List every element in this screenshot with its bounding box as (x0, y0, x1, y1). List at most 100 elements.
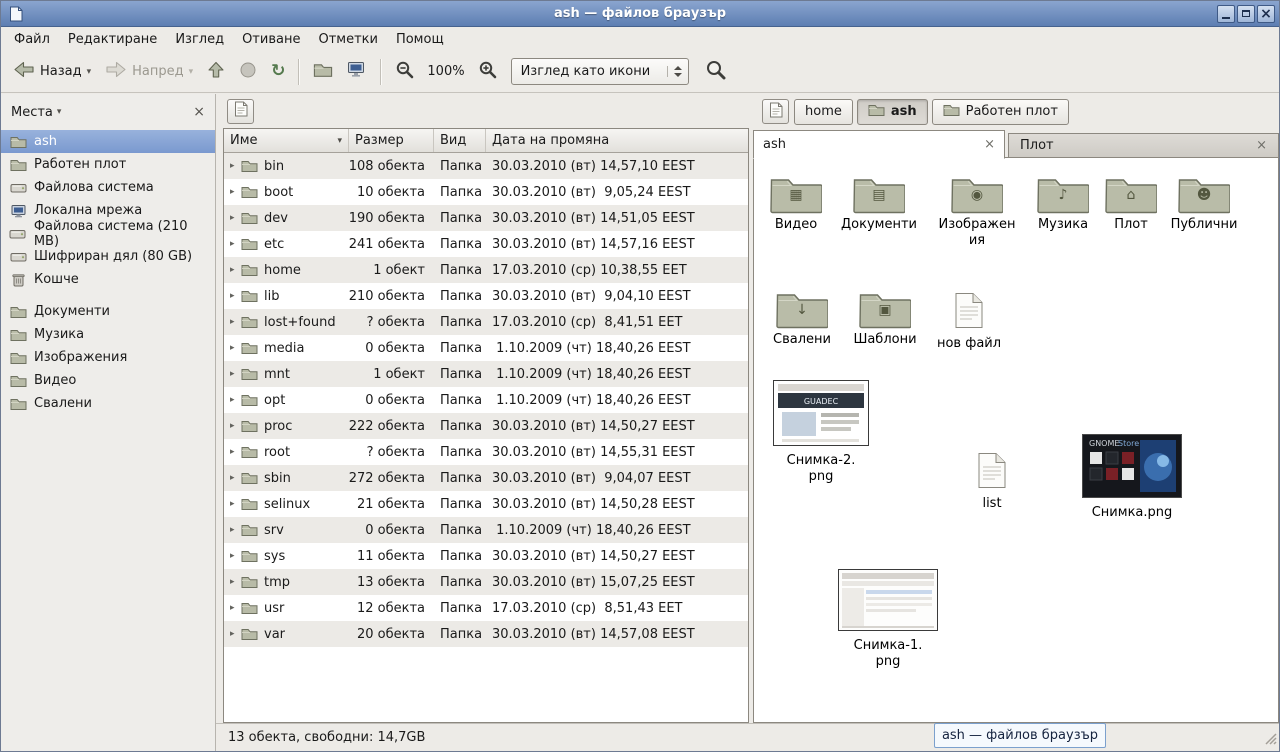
expander-icon[interactable]: ▸ (230, 499, 241, 509)
icon-item-videos[interactable]: ▦Видео (754, 174, 838, 233)
back-dropdown-icon[interactable]: ▾ (87, 67, 92, 77)
menu-item[interactable]: Изглед (166, 29, 233, 50)
table-row[interactable]: ▸etc241 обектаПапка30.03.2010 (вт) 14,57… (224, 231, 748, 257)
table-row[interactable]: ▸var20 обектаПапка30.03.2010 (вт) 14,57,… (224, 621, 748, 647)
reload-button[interactable]: ↻ (265, 59, 291, 84)
tab-close-icon[interactable]: × (984, 137, 995, 152)
path-button-home[interactable]: home (794, 99, 853, 125)
icon-item-new-file[interactable]: нов файл (927, 290, 1011, 352)
zoom-in-button[interactable] (472, 56, 503, 87)
expander-icon[interactable]: ▸ (230, 291, 241, 301)
expander-icon[interactable]: ▸ (230, 551, 241, 561)
expander-icon[interactable]: ▸ (230, 317, 241, 327)
icon-item-pictures[interactable]: ◉Изображен ия (935, 174, 1019, 248)
sidebar-dropdown-icon[interactable]: ▾ (57, 107, 62, 117)
icon-item-downloads[interactable]: ↓Свалени (760, 289, 844, 348)
tab-ash[interactable]: ash× (753, 130, 1005, 159)
window-list-tooltip[interactable]: ash — файлов браузър (934, 723, 1106, 748)
sidebar-title[interactable]: Места (11, 105, 53, 120)
sidebar-close-icon[interactable]: × (193, 104, 205, 120)
column-header-size[interactable]: Размер (349, 129, 434, 152)
table-row[interactable]: ▸dev190 обектаПапка30.03.2010 (вт) 14,51… (224, 205, 748, 231)
back-button[interactable]: Назад ▾ (7, 57, 97, 86)
icon-item-snimka-1[interactable]: Снимка-1. png (832, 569, 944, 669)
table-row[interactable]: ▸lib210 обектаПапка30.03.2010 (вт) 9,04,… (224, 283, 748, 309)
path-button-desktop[interactable]: Работен плот (932, 99, 1069, 125)
notes-page-button-2[interactable] (762, 99, 789, 124)
column-header-name[interactable]: Име▾ (224, 129, 349, 152)
sidebar-item-encrypted-80gb[interactable]: Шифриран дял (80 GB) (1, 245, 215, 268)
sidebar-item-desktop[interactable]: Работен плот (1, 153, 215, 176)
table-row[interactable]: ▸media0 обектаПапка 1.10.2009 (чт) 18,40… (224, 335, 748, 361)
menu-item[interactable]: Файл (5, 29, 59, 50)
zoom-out-button[interactable] (389, 56, 420, 87)
path-button-ash[interactable]: ash (857, 99, 928, 125)
icon-item-snimka[interactable]: GNOMEStoreСнимка.png (1076, 434, 1188, 521)
expander-icon[interactable]: ▸ (230, 187, 241, 197)
forward-button[interactable]: Напред ▾ (99, 57, 199, 86)
home-button[interactable] (307, 58, 339, 86)
expander-icon[interactable]: ▸ (230, 213, 241, 223)
sidebar-item-music[interactable]: Музика (1, 323, 215, 346)
spinner-arrows-icon[interactable] (667, 66, 682, 77)
titlebar[interactable]: ash — файлов браузър × (1, 1, 1279, 27)
table-row[interactable]: ▸sbin272 обектаПапка30.03.2010 (вт) 9,04… (224, 465, 748, 491)
expander-icon[interactable]: ▸ (230, 577, 241, 587)
expander-icon[interactable]: ▸ (230, 629, 241, 639)
sidebar-item-documents[interactable]: Документи (1, 300, 215, 323)
table-row[interactable]: ▸home1 обектПапка17.03.2010 (ср) 10,38,5… (224, 257, 748, 283)
minimize-button[interactable] (1217, 5, 1235, 23)
search-button[interactable] (699, 55, 732, 88)
table-row[interactable]: ▸root? обектаПапка30.03.2010 (вт) 14,55,… (224, 439, 748, 465)
resize-grip[interactable] (1264, 732, 1277, 749)
menu-item[interactable]: Отметки (309, 29, 386, 50)
sidebar-item-trash[interactable]: Кошче (1, 268, 215, 291)
table-row[interactable]: ▸boot10 обектаПапка30.03.2010 (вт) 9,05,… (224, 179, 748, 205)
table-row[interactable]: ▸tmp13 обектаПапка30.03.2010 (вт) 15,07,… (224, 569, 748, 595)
icon-item-snimka-2[interactable]: GUADECСнимка-2. png (765, 380, 877, 484)
icon-view[interactable]: ▦Видео▤Документи◉Изображен ия♪Музика⌂Пло… (753, 157, 1279, 723)
menu-item[interactable]: Отиване (233, 29, 309, 50)
column-header-date[interactable]: Дата на промяна (486, 129, 748, 152)
table-row[interactable]: ▸sys11 обектаПапка30.03.2010 (вт) 14,50,… (224, 543, 748, 569)
icon-item-list[interactable]: list (950, 450, 1034, 512)
sidebar-item-filesystem[interactable]: Файлова система (1, 176, 215, 199)
expander-icon[interactable]: ▸ (230, 265, 241, 275)
tab-plot[interactable]: Плот× (1008, 133, 1279, 158)
column-header-type[interactable]: Вид (434, 129, 486, 152)
expander-icon[interactable]: ▸ (230, 603, 241, 613)
expander-icon[interactable]: ▸ (230, 343, 241, 353)
view-mode-select[interactable]: Изглед като икони (511, 58, 689, 85)
table-row[interactable]: ▸usr12 обектаПапка17.03.2010 (ср) 8,51,4… (224, 595, 748, 621)
up-button[interactable] (201, 57, 231, 87)
table-row[interactable]: ▸selinux21 обектаПапка30.03.2010 (вт) 14… (224, 491, 748, 517)
expander-icon[interactable]: ▸ (230, 473, 241, 483)
tab-close-icon[interactable]: × (1256, 138, 1267, 153)
expander-icon[interactable]: ▸ (230, 421, 241, 431)
expander-icon[interactable]: ▸ (230, 239, 241, 249)
icon-item-documents[interactable]: ▤Документи (837, 174, 921, 233)
sidebar-item-volume-210mb[interactable]: Файлова система (210 MB) (1, 222, 215, 245)
expander-icon[interactable]: ▸ (230, 369, 241, 379)
table-row[interactable]: ▸opt0 обектаПапка 1.10.2009 (чт) 18,40,2… (224, 387, 748, 413)
menu-item[interactable]: Помощ (387, 29, 453, 50)
expander-icon[interactable]: ▸ (230, 447, 241, 457)
icon-item-desktop[interactable]: ⌂Плот (1089, 174, 1173, 233)
sidebar-item-ash[interactable]: ash (1, 130, 215, 153)
close-button[interactable]: × (1257, 5, 1275, 23)
table-row[interactable]: ▸proc222 обектаПапка30.03.2010 (вт) 14,5… (224, 413, 748, 439)
table-row[interactable]: ▸bin108 обектаПапка30.03.2010 (вт) 14,57… (224, 153, 748, 179)
sidebar-item-pictures[interactable]: Изображения (1, 346, 215, 369)
expander-icon[interactable]: ▸ (230, 161, 241, 171)
sidebar-item-videos[interactable]: Видео (1, 369, 215, 392)
table-row[interactable]: ▸mnt1 обектПапка 1.10.2009 (чт) 18,40,26… (224, 361, 748, 387)
menu-item[interactable]: Редактиране (59, 29, 166, 50)
table-row[interactable]: ▸srv0 обектаПапка 1.10.2009 (чт) 18,40,2… (224, 517, 748, 543)
icon-item-templates[interactable]: ▣Шаблони (843, 289, 927, 348)
table-row[interactable]: ▸lost+found? обектаПапка17.03.2010 (ср) … (224, 309, 748, 335)
computer-button[interactable] (341, 57, 373, 86)
sidebar-item-downloads[interactable]: Свалени (1, 392, 215, 415)
notes-page-button[interactable] (227, 99, 254, 124)
expander-icon[interactable]: ▸ (230, 525, 241, 535)
icon-item-public[interactable]: ☻Публични (1162, 174, 1246, 233)
